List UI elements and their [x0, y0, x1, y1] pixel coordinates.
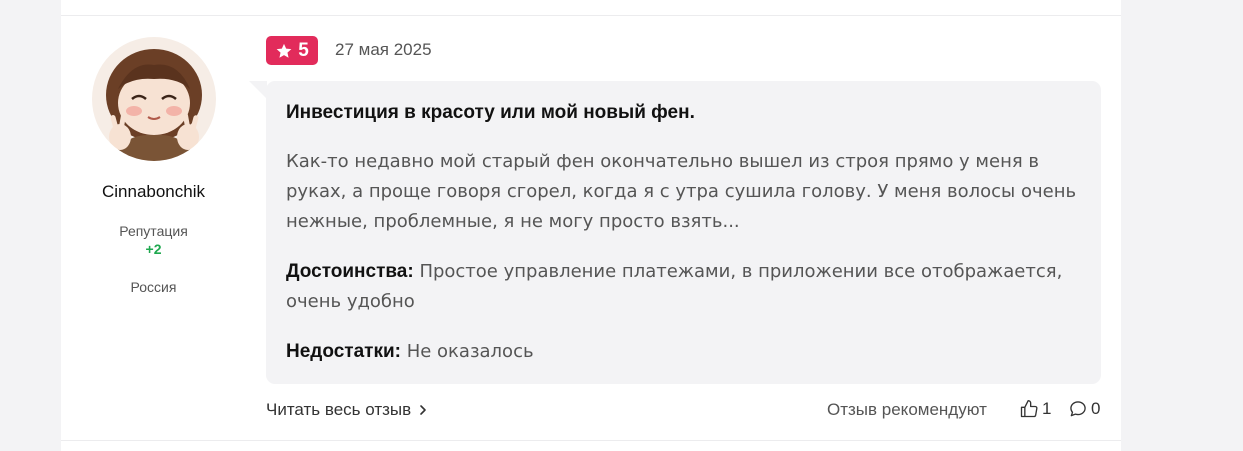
read-full-review-link[interactable]: Читать весь отзыв [266, 400, 427, 420]
cons-text: Не оказалось [406, 341, 534, 362]
thumbs-up-icon [1020, 400, 1038, 418]
star-icon [276, 43, 292, 58]
reputation-label: Репутация [119, 223, 188, 239]
review-pros: Достоинства: Простое управление платежам… [286, 257, 1086, 317]
chevron-right-icon [420, 405, 426, 415]
avatar[interactable] [92, 37, 216, 161]
comment-bubble-icon [1070, 401, 1086, 417]
avatar-image [92, 37, 216, 161]
bubble-tail [249, 81, 267, 99]
author-country: Россия [130, 279, 177, 295]
divider-bottom [61, 440, 1121, 441]
recommend-label: Отзыв рекомендуют [827, 400, 987, 419]
review-excerpt: Как-то недавно мой старый фен окончатель… [286, 151, 1077, 232]
comments-count: 0 [1091, 399, 1101, 418]
author-name[interactable]: Cinnabonchik [61, 182, 246, 202]
likes-count: 1 [1042, 399, 1052, 418]
review-date: 27 мая 2025 [335, 40, 432, 59]
review-title[interactable]: Инвестиция в красоту или мой новый фен. [286, 102, 1086, 124]
cons-label: Недостатки: [286, 341, 401, 362]
pros-label: Достоинства: [286, 261, 414, 282]
like-button[interactable]: 1 [1019, 399, 1051, 419]
rating-value: 5 [298, 40, 309, 61]
review-card: Cinnabonchik Репутация +2 Россия 5 27 ма… [61, 0, 1121, 451]
comments-button[interactable]: 0 [1068, 399, 1100, 419]
divider-top [61, 15, 1121, 16]
reputation-value: +2 [145, 241, 162, 257]
review-cons: Недостатки: Не оказалось [286, 337, 1086, 367]
read-more-label: Читать весь отзыв [266, 400, 412, 419]
rating-badge: 5 [266, 36, 318, 65]
